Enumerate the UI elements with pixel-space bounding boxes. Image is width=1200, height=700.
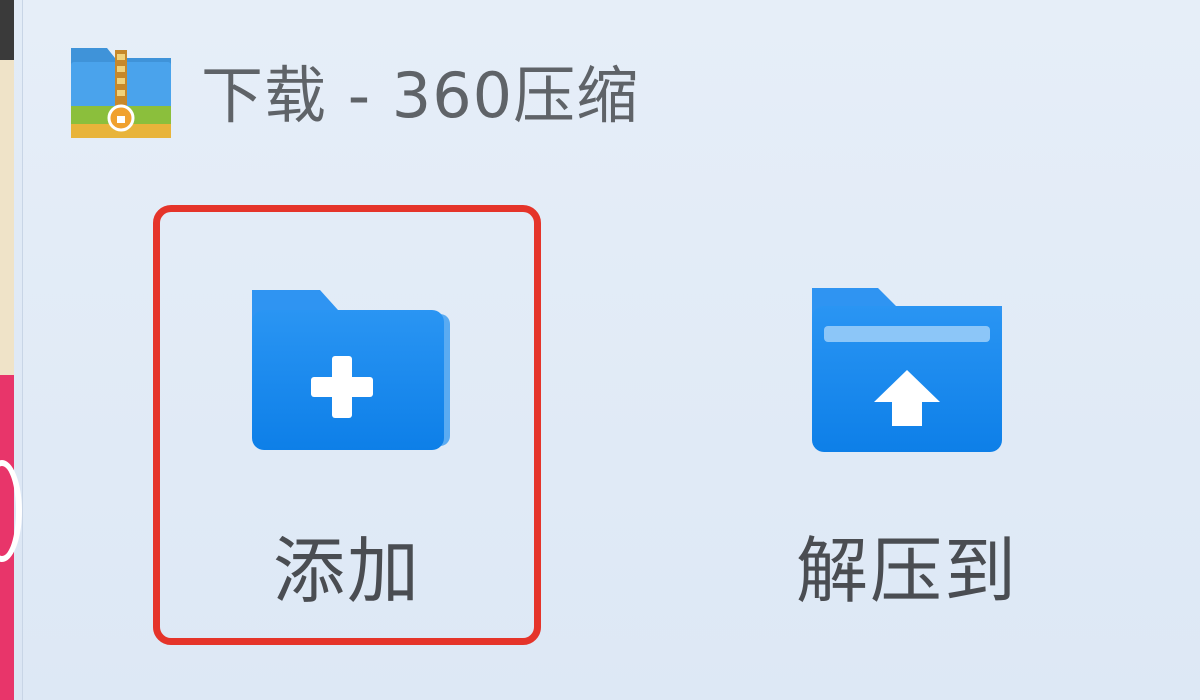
- background-window-edge: [0, 0, 22, 700]
- folder-plus-icon: [242, 284, 452, 454]
- add-button-label: 添加: [272, 529, 421, 613]
- window-titlebar: 下载 - 360压缩: [67, 40, 639, 140]
- add-button[interactable]: 添加: [153, 205, 541, 645]
- screenshot-area: 下载 - 360压缩 添加 解压到: [0, 0, 1200, 700]
- window-title: 下载 - 360压缩: [201, 59, 640, 132]
- extract-to-button[interactable]: 解压到: [713, 205, 1101, 645]
- extract-to-button-label: 解压到: [795, 529, 1018, 613]
- app-window: 下载 - 360压缩 添加 解压到: [22, 0, 1200, 700]
- 360-zip-archive-icon: [67, 40, 175, 140]
- folder-upload-icon: [802, 284, 1012, 454]
